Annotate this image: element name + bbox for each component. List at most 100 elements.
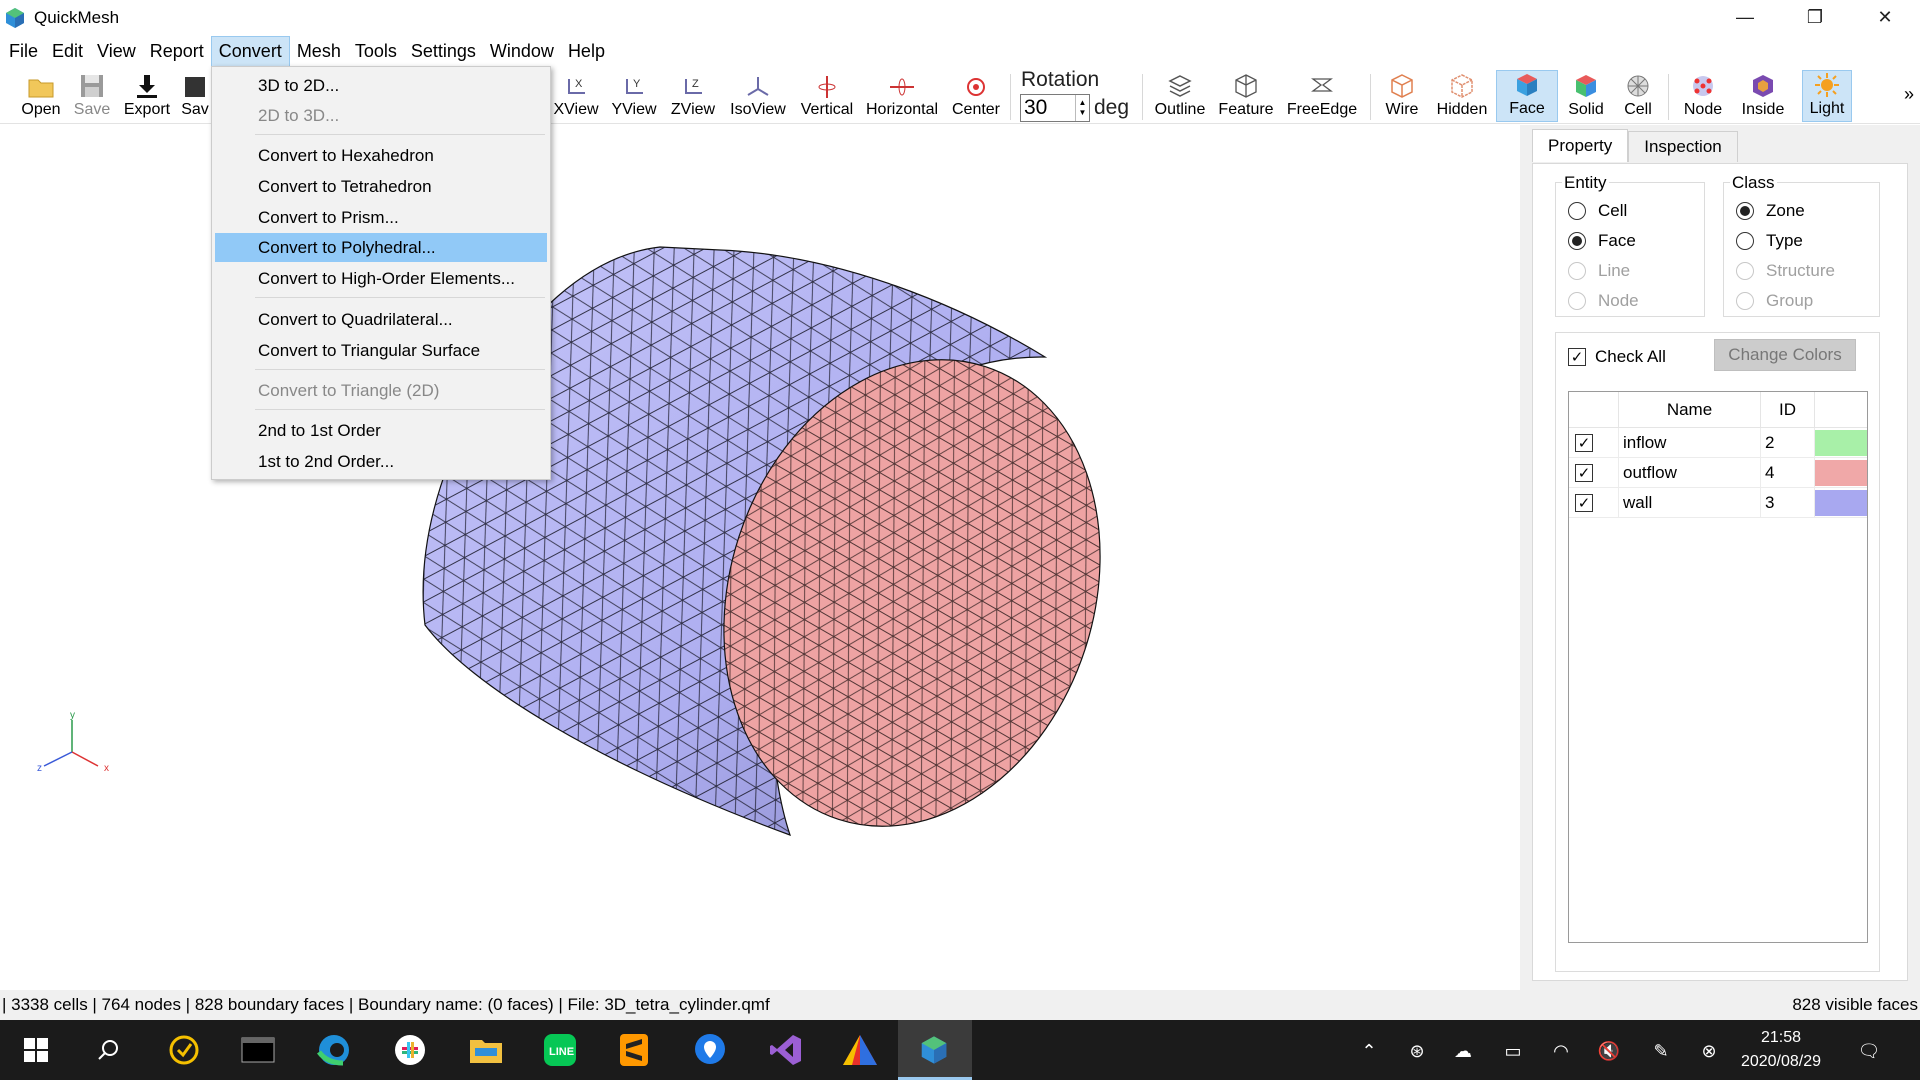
menu-convert[interactable]: Convert xyxy=(210,35,290,67)
radio-circle[interactable] xyxy=(1736,202,1754,220)
onedrive-cloud-icon[interactable]: ☁ xyxy=(1452,1040,1474,1062)
menu-mesh[interactable]: Mesh xyxy=(290,37,348,66)
table-row[interactable]: ✓ wall 3 xyxy=(1569,488,1867,518)
save-as-label: Sav xyxy=(181,101,209,118)
rotation-angle-input[interactable]: 30 ▲ ▼ xyxy=(1020,94,1090,122)
norton-icon[interactable] xyxy=(164,1030,204,1070)
class-type-radio[interactable]: Type xyxy=(1736,231,1803,251)
change-colors-button[interactable]: Change Colors xyxy=(1714,339,1856,371)
close-button[interactable]: ✕ xyxy=(1850,0,1920,34)
checkmark-icon[interactable]: ✓ xyxy=(1575,434,1593,452)
volume-muted-icon[interactable]: 🔇 xyxy=(1598,1040,1620,1062)
header-id[interactable]: ID xyxy=(1761,392,1815,428)
outline-button[interactable]: Outline xyxy=(1150,70,1210,122)
menu-2nd-to-1st-order[interactable]: 2nd to 1st Order xyxy=(215,416,547,445)
wire-button[interactable]: Wire xyxy=(1378,70,1426,122)
slack-icon[interactable] xyxy=(390,1030,430,1070)
terminal-icon[interactable] xyxy=(238,1030,278,1070)
windows-start-icon[interactable] xyxy=(16,1030,56,1070)
checkmark-icon[interactable]: ✓ xyxy=(1575,494,1593,512)
battery-icon[interactable]: ▭ xyxy=(1502,1040,1524,1062)
solid-label: Solid xyxy=(1568,101,1604,118)
spin-up-icon[interactable]: ▲ xyxy=(1079,98,1087,108)
entity-face-radio[interactable]: Face xyxy=(1568,231,1636,251)
cell-button[interactable]: Cell xyxy=(1616,70,1660,122)
face-button[interactable]: Face xyxy=(1496,70,1558,122)
zview-button[interactable]: Z ZView xyxy=(667,70,719,122)
freeedge-button[interactable]: FreeEdge xyxy=(1284,70,1360,122)
menu-window[interactable]: Window xyxy=(483,37,561,66)
vertical-rotate-button[interactable]: Vertical xyxy=(798,70,856,122)
solid-button[interactable]: Solid xyxy=(1562,70,1610,122)
save-button[interactable]: Save xyxy=(68,70,116,122)
search-icon[interactable] xyxy=(88,1030,128,1070)
open-button[interactable]: Open xyxy=(16,70,66,122)
menu-convert-prism[interactable]: Convert to Prism... xyxy=(215,203,547,232)
menu-3d-to-2d[interactable]: 3D to 2D... xyxy=(215,71,547,100)
radio-circle[interactable] xyxy=(1568,202,1586,220)
chevron-up-icon[interactable]: ⌃ xyxy=(1358,1040,1380,1062)
edge-browser-icon[interactable] xyxy=(314,1030,354,1070)
menu-file[interactable]: File xyxy=(2,37,45,66)
menu-help[interactable]: Help xyxy=(561,37,612,66)
isoview-button[interactable]: IsoView xyxy=(726,70,790,122)
tab-property[interactable]: Property xyxy=(1532,129,1629,162)
rotation-spinner[interactable]: ▲ ▼ xyxy=(1075,95,1089,121)
radio-circle[interactable] xyxy=(1736,232,1754,250)
export-button[interactable]: Export xyxy=(120,70,174,122)
isoview-label: IsoView xyxy=(730,101,786,118)
wifi-icon[interactable]: ◠ xyxy=(1550,1040,1572,1062)
menu-convert-hexahedron[interactable]: Convert to Hexahedron xyxy=(215,141,547,170)
pen-icon[interactable]: ✎ xyxy=(1650,1040,1672,1062)
center-button[interactable]: Center xyxy=(948,70,1004,122)
xview-button[interactable]: X XView xyxy=(550,70,602,122)
feature-button[interactable]: Feature xyxy=(1216,70,1276,122)
maximize-button[interactable]: ❐ xyxy=(1780,0,1850,34)
zone-color-swatch[interactable] xyxy=(1815,490,1867,516)
radio-circle[interactable] xyxy=(1568,232,1586,250)
menu-settings[interactable]: Settings xyxy=(404,37,483,66)
menu-1st-to-2nd-order[interactable]: 1st to 2nd Order... xyxy=(215,447,547,476)
sublime-text-icon[interactable] xyxy=(614,1030,654,1070)
triangle-app-icon[interactable] xyxy=(840,1030,880,1070)
inside-button[interactable]: Inside xyxy=(1736,70,1790,122)
file-explorer-icon[interactable] xyxy=(466,1030,506,1070)
checkmark-icon[interactable]: ✓ xyxy=(1568,348,1586,366)
menu-view[interactable]: View xyxy=(90,37,143,66)
toolbar-overflow-icon[interactable]: » xyxy=(1904,84,1914,105)
spin-down-icon[interactable]: ▼ xyxy=(1079,108,1087,118)
class-zone-radio[interactable]: Zone xyxy=(1736,201,1805,221)
tab-inspection[interactable]: Inspection xyxy=(1628,131,1738,162)
hidden-button[interactable]: Hidden xyxy=(1432,70,1492,122)
menu-convert-tetrahedron[interactable]: Convert to Tetrahedron xyxy=(215,172,547,201)
menu-report[interactable]: Report xyxy=(143,37,211,66)
save-as-button[interactable]: Sav xyxy=(180,70,210,122)
menu-convert-polyhedral[interactable]: Convert to Polyhedral... xyxy=(215,233,547,262)
header-name[interactable]: Name xyxy=(1619,392,1761,428)
maps-pin-icon[interactable] xyxy=(690,1030,730,1070)
yview-button[interactable]: Y YView xyxy=(608,70,660,122)
quickmesh-taskbar-icon[interactable] xyxy=(914,1030,954,1070)
notification-icon[interactable]: 🗨 xyxy=(1858,1040,1881,1062)
vertical-label: Vertical xyxy=(800,101,854,118)
table-row[interactable]: ✓ inflow 2 xyxy=(1569,428,1867,458)
light-button[interactable]: Light xyxy=(1802,70,1852,122)
zone-color-swatch[interactable] xyxy=(1815,430,1867,456)
entity-cell-radio[interactable]: Cell xyxy=(1568,201,1627,221)
checkmark-icon[interactable]: ✓ xyxy=(1575,464,1593,482)
check-all-checkbox[interactable]: ✓ Check All xyxy=(1568,347,1666,367)
menu-edit[interactable]: Edit xyxy=(45,37,90,66)
line-messenger-icon[interactable]: LINE xyxy=(540,1030,580,1070)
node-button[interactable]: Node xyxy=(1676,70,1730,122)
menu-convert-high-order[interactable]: Convert to High-Order Elements... xyxy=(215,264,547,293)
steam-icon[interactable]: ⊛ xyxy=(1406,1040,1428,1062)
zone-color-swatch[interactable] xyxy=(1815,460,1867,486)
visual-studio-icon[interactable] xyxy=(766,1030,806,1070)
menu-tools[interactable]: Tools xyxy=(348,37,404,66)
system-clock[interactable]: 21:58 2020/08/29 xyxy=(1716,1026,1846,1074)
minimize-button[interactable]: — xyxy=(1710,0,1780,34)
menu-convert-triangular-surface[interactable]: Convert to Triangular Surface xyxy=(215,336,547,365)
table-row[interactable]: ✓ outflow 4 xyxy=(1569,458,1867,488)
horizontal-rotate-button[interactable]: Horizontal xyxy=(864,70,940,122)
menu-convert-quadrilateral[interactable]: Convert to Quadrilateral... xyxy=(215,305,547,334)
